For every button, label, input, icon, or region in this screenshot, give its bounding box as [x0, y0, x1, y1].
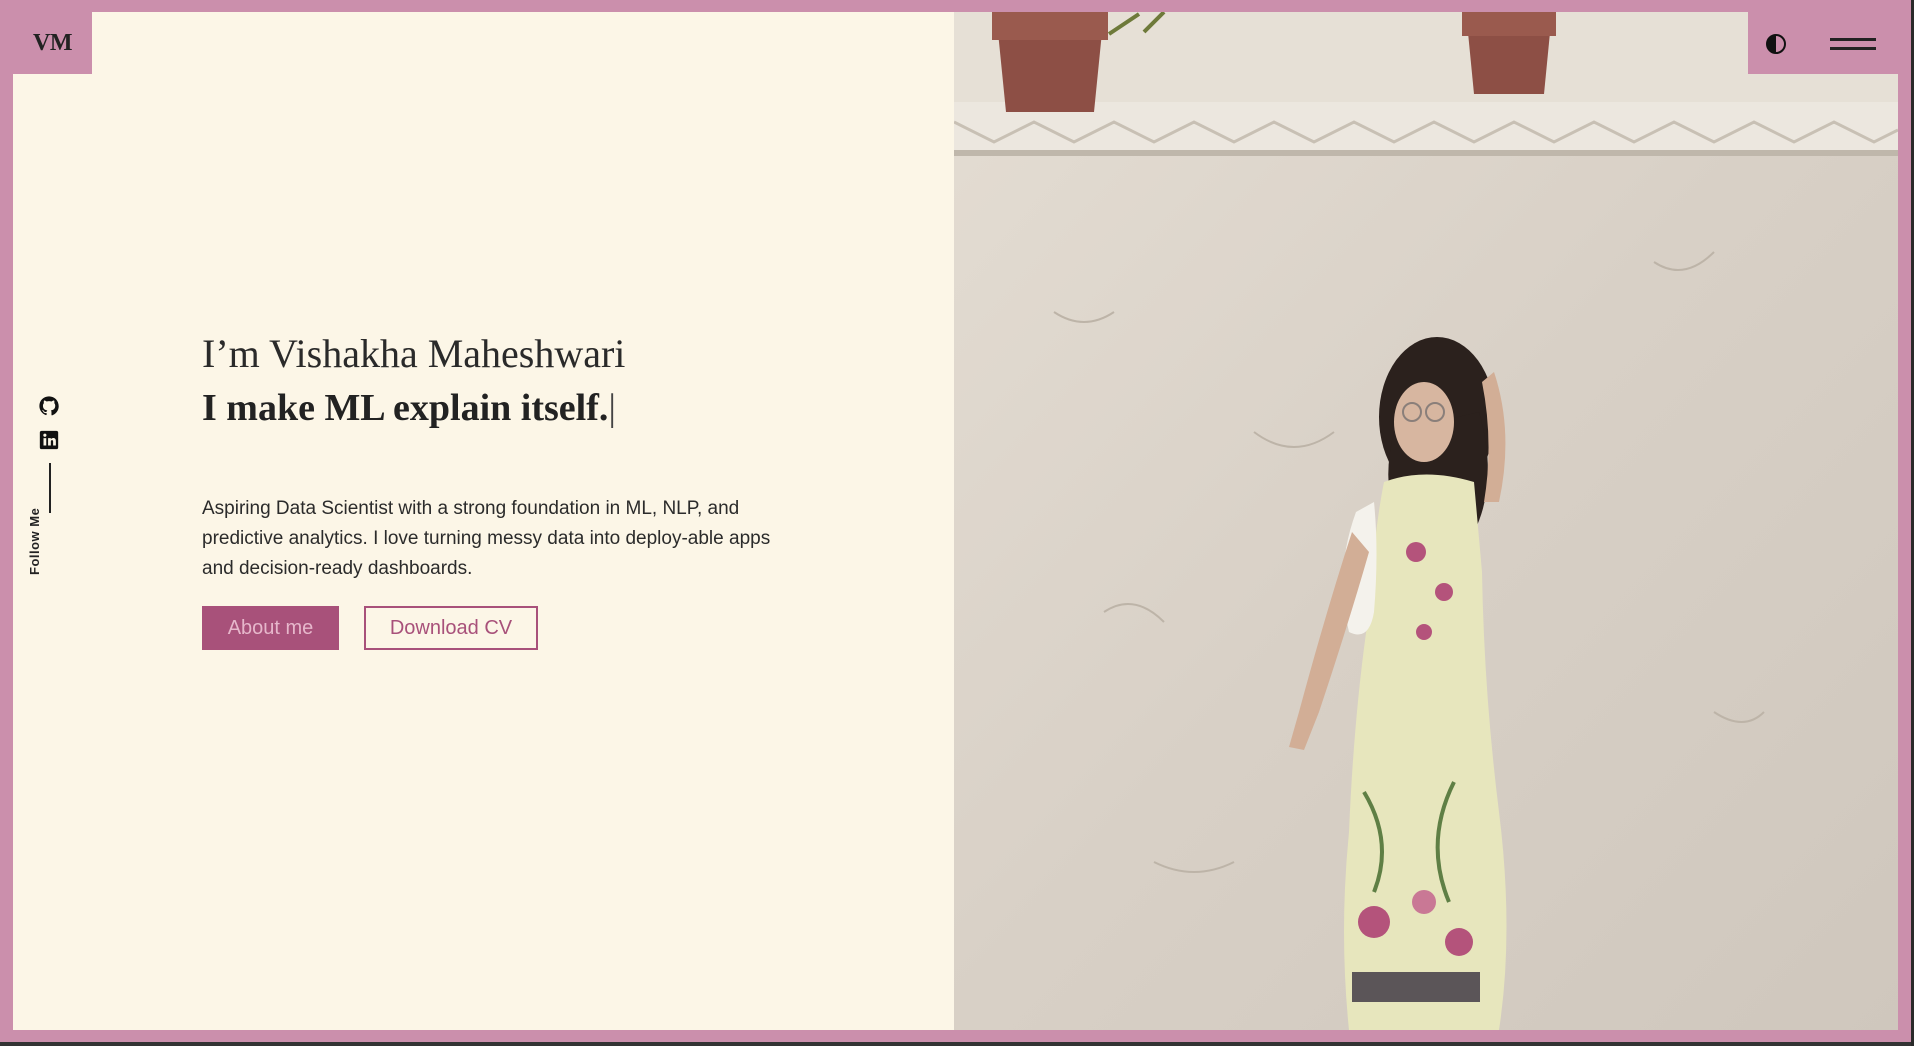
hero-section: I’m Vishakha Maheshwari I make ML explai… [202, 330, 782, 650]
hero-photo [954, 12, 1898, 1030]
window-edge [0, 1042, 1914, 1046]
github-icon[interactable] [38, 395, 60, 417]
typing-caret: | [608, 387, 616, 429]
follow-me-label: Follow Me [27, 507, 42, 575]
menu-line [1830, 47, 1876, 50]
social-links [36, 395, 62, 513]
site-logo[interactable]: VM [13, 12, 92, 74]
hero-description: Aspiring Data Scientist with a strong fo… [202, 498, 771, 579]
about-me-button[interactable]: About me [202, 606, 339, 650]
divider-line [49, 463, 51, 513]
contrast-icon[interactable] [1765, 33, 1787, 55]
linkedin-icon[interactable] [38, 429, 60, 451]
tagline-text: I make ML explain itself. [202, 387, 609, 429]
hero-tagline: I make ML explain itself.| [202, 384, 782, 432]
hamburger-icon[interactable] [1830, 34, 1876, 56]
hero-greeting: I’m Vishakha Maheshwari [202, 331, 626, 376]
download-cv-button[interactable]: Download CV [364, 606, 538, 650]
menu-line [1830, 38, 1876, 41]
hero-buttons: About me Download CV [202, 606, 782, 650]
